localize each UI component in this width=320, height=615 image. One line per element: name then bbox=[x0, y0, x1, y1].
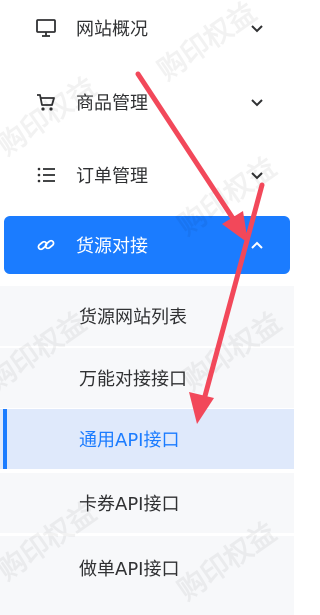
submenu-item-coupon-api[interactable]: 卡券API接口 bbox=[0, 473, 294, 533]
link-icon bbox=[34, 233, 58, 257]
menu-item-site-overview[interactable]: 网站概况 bbox=[0, 0, 294, 56]
menu-item-product-management[interactable]: 商品管理 bbox=[0, 74, 294, 130]
chevron-down-icon[interactable] bbox=[249, 94, 265, 110]
selected-indicator bbox=[3, 409, 7, 469]
sidebar-menu: 网站概况 商品管理 订单管理 货源对接 货源网站列表 万能对接接口 通用API接… bbox=[0, 0, 294, 615]
menu-item-label: 订单管理 bbox=[76, 166, 148, 187]
menu-item-label: 货源对接 bbox=[76, 236, 148, 257]
submenu-item-universal-interface[interactable]: 万能对接接口 bbox=[0, 348, 294, 408]
submenu-item-label: 通用API接口 bbox=[79, 430, 180, 451]
monitor-icon bbox=[34, 16, 58, 40]
chevron-down-icon[interactable] bbox=[249, 20, 265, 36]
submenu-item-label: 万能对接接口 bbox=[79, 369, 187, 390]
menu-item-label: 网站概况 bbox=[76, 19, 148, 40]
chevron-up-icon[interactable] bbox=[249, 237, 265, 253]
menu-item-order-management[interactable]: 订单管理 bbox=[0, 147, 294, 203]
menu-item-supply-connection[interactable]: 货源对接 bbox=[4, 216, 290, 274]
list-icon bbox=[34, 163, 58, 187]
submenu-item-label: 卡券API接口 bbox=[79, 494, 180, 515]
submenu-item-supply-site-list[interactable]: 货源网站列表 bbox=[0, 286, 294, 346]
submenu-item-general-api[interactable]: 通用API接口 bbox=[0, 409, 294, 469]
submenu-item-label: 货源网站列表 bbox=[79, 307, 187, 328]
submenu-item-order-api[interactable]: 做单API接口 bbox=[0, 536, 294, 615]
chevron-down-icon[interactable] bbox=[249, 167, 265, 183]
submenu-item-label: 做单API接口 bbox=[79, 559, 180, 580]
menu-item-label: 商品管理 bbox=[76, 93, 148, 114]
cart-icon bbox=[34, 90, 58, 114]
